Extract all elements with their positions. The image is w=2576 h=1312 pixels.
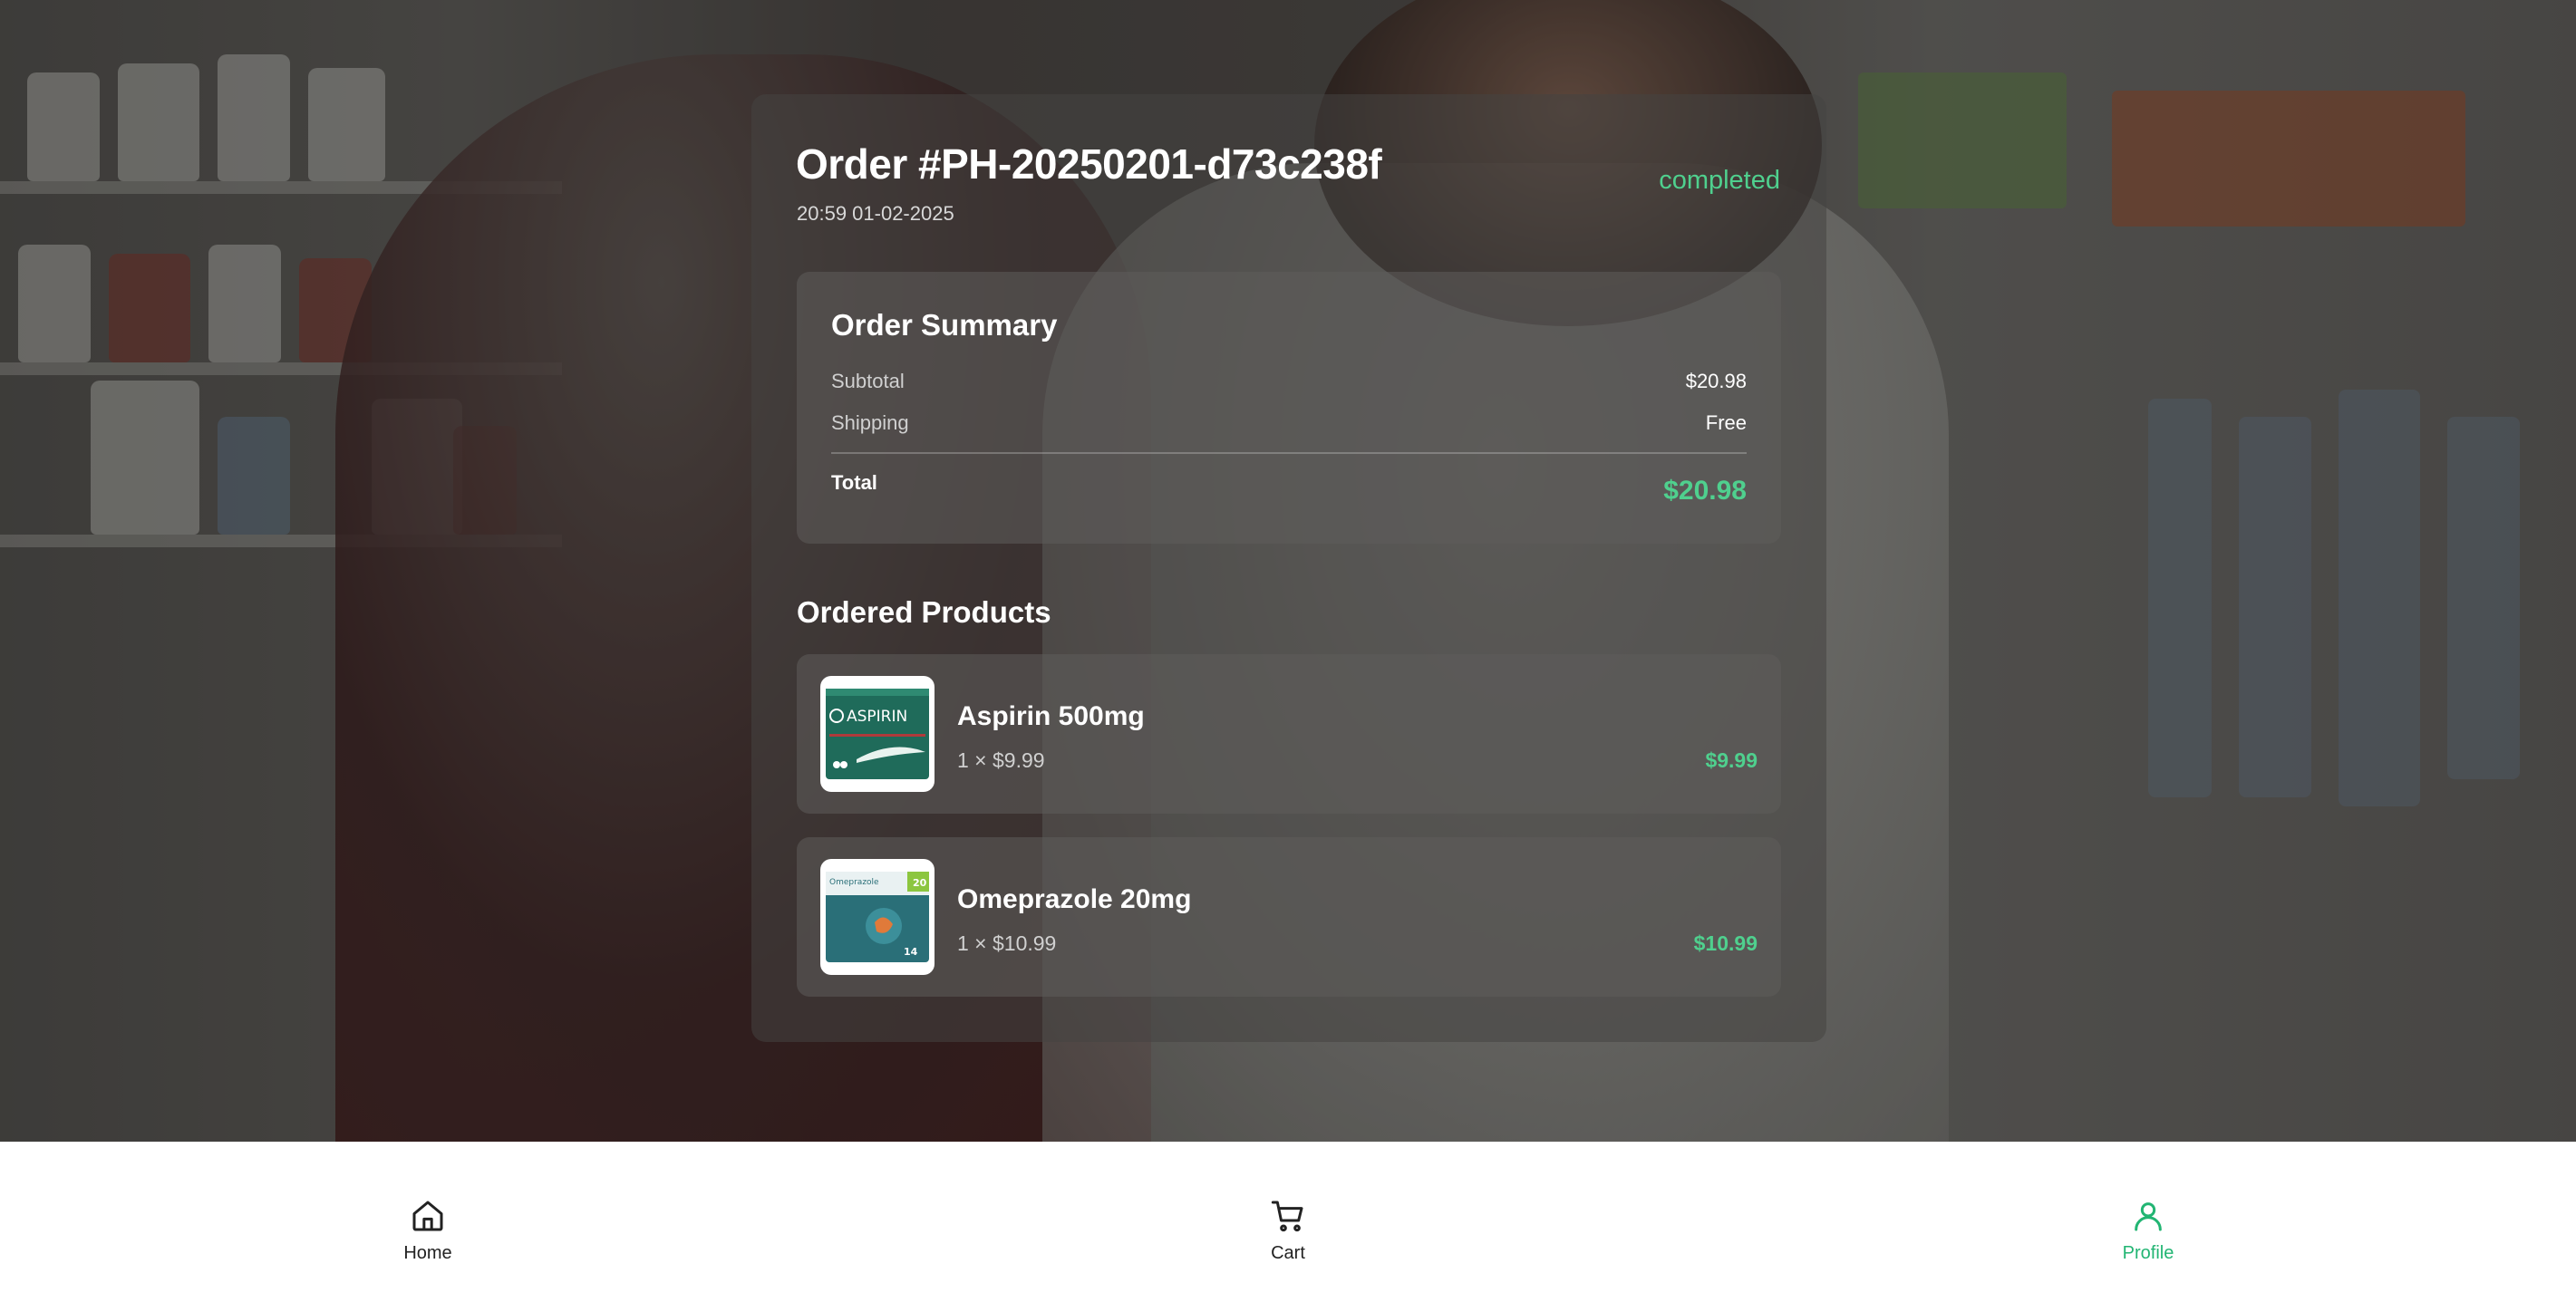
omeprazole-box-image: Omeprazole 20 14 [826,872,929,962]
nav-item-home[interactable]: Home [337,1198,518,1264]
order-title: Order #PH-20250201-d73c238f [796,140,1382,188]
shipping-value: Free [1705,411,1747,434]
shipping-label: Shipping [831,411,909,434]
product-quantity: 1 × $9.99 [957,748,1045,772]
nav-label-home: Home [403,1243,452,1263]
nav-item-cart[interactable]: Cart [1197,1198,1379,1264]
product-item[interactable]: Omeprazole 20 14 Omeprazole 20mg 1 × $10… [797,837,1781,997]
nav-item-profile[interactable]: Profile [2058,1198,2239,1264]
aspirin-box-label: ASPIRIN [847,708,907,726]
summary-divider [831,452,1747,454]
total-value: $20.98 [1663,476,1747,506]
product-item[interactable]: ASPIRIN Aspirin 500mg 1 × $9.99 $9.99 [797,654,1781,814]
status-badge: completed [1659,166,1780,195]
subtotal-value: $20.98 [1685,370,1747,392]
product-name: Omeprazole 20mg [957,884,1192,914]
order-summary-card: Order Summary Subtotal $20.98 Shipping F… [797,272,1781,544]
subtotal-label: Subtotal [831,370,905,392]
summary-title: Order Summary [831,308,1058,342]
product-image: Omeprazole 20 14 [820,859,935,975]
product-image: ASPIRIN [820,676,935,792]
omeprazole-dose-badge: 20 [913,877,927,889]
ordered-products-title: Ordered Products [797,595,1051,629]
bottom-navigation: Home Cart Profile [0,1142,2576,1312]
home-icon [412,1201,443,1231]
nav-label-cart: Cart [1271,1243,1305,1263]
product-name: Aspirin 500mg [957,701,1145,731]
cart-icon [1271,1201,1303,1232]
aspirin-box-image: ASPIRIN [826,689,929,779]
omeprazole-box-label: Omeprazole [829,878,879,887]
product-price: $10.99 [1693,931,1758,955]
order-datetime: 20:59 01-02-2025 [797,202,954,225]
product-quantity: 1 × $10.99 [957,931,1057,955]
user-icon [2135,1202,2162,1231]
nav-label-profile: Profile [2122,1243,2174,1263]
total-label: Total [831,471,877,494]
omeprazole-count: 14 [904,946,918,958]
product-price: $9.99 [1705,748,1758,772]
